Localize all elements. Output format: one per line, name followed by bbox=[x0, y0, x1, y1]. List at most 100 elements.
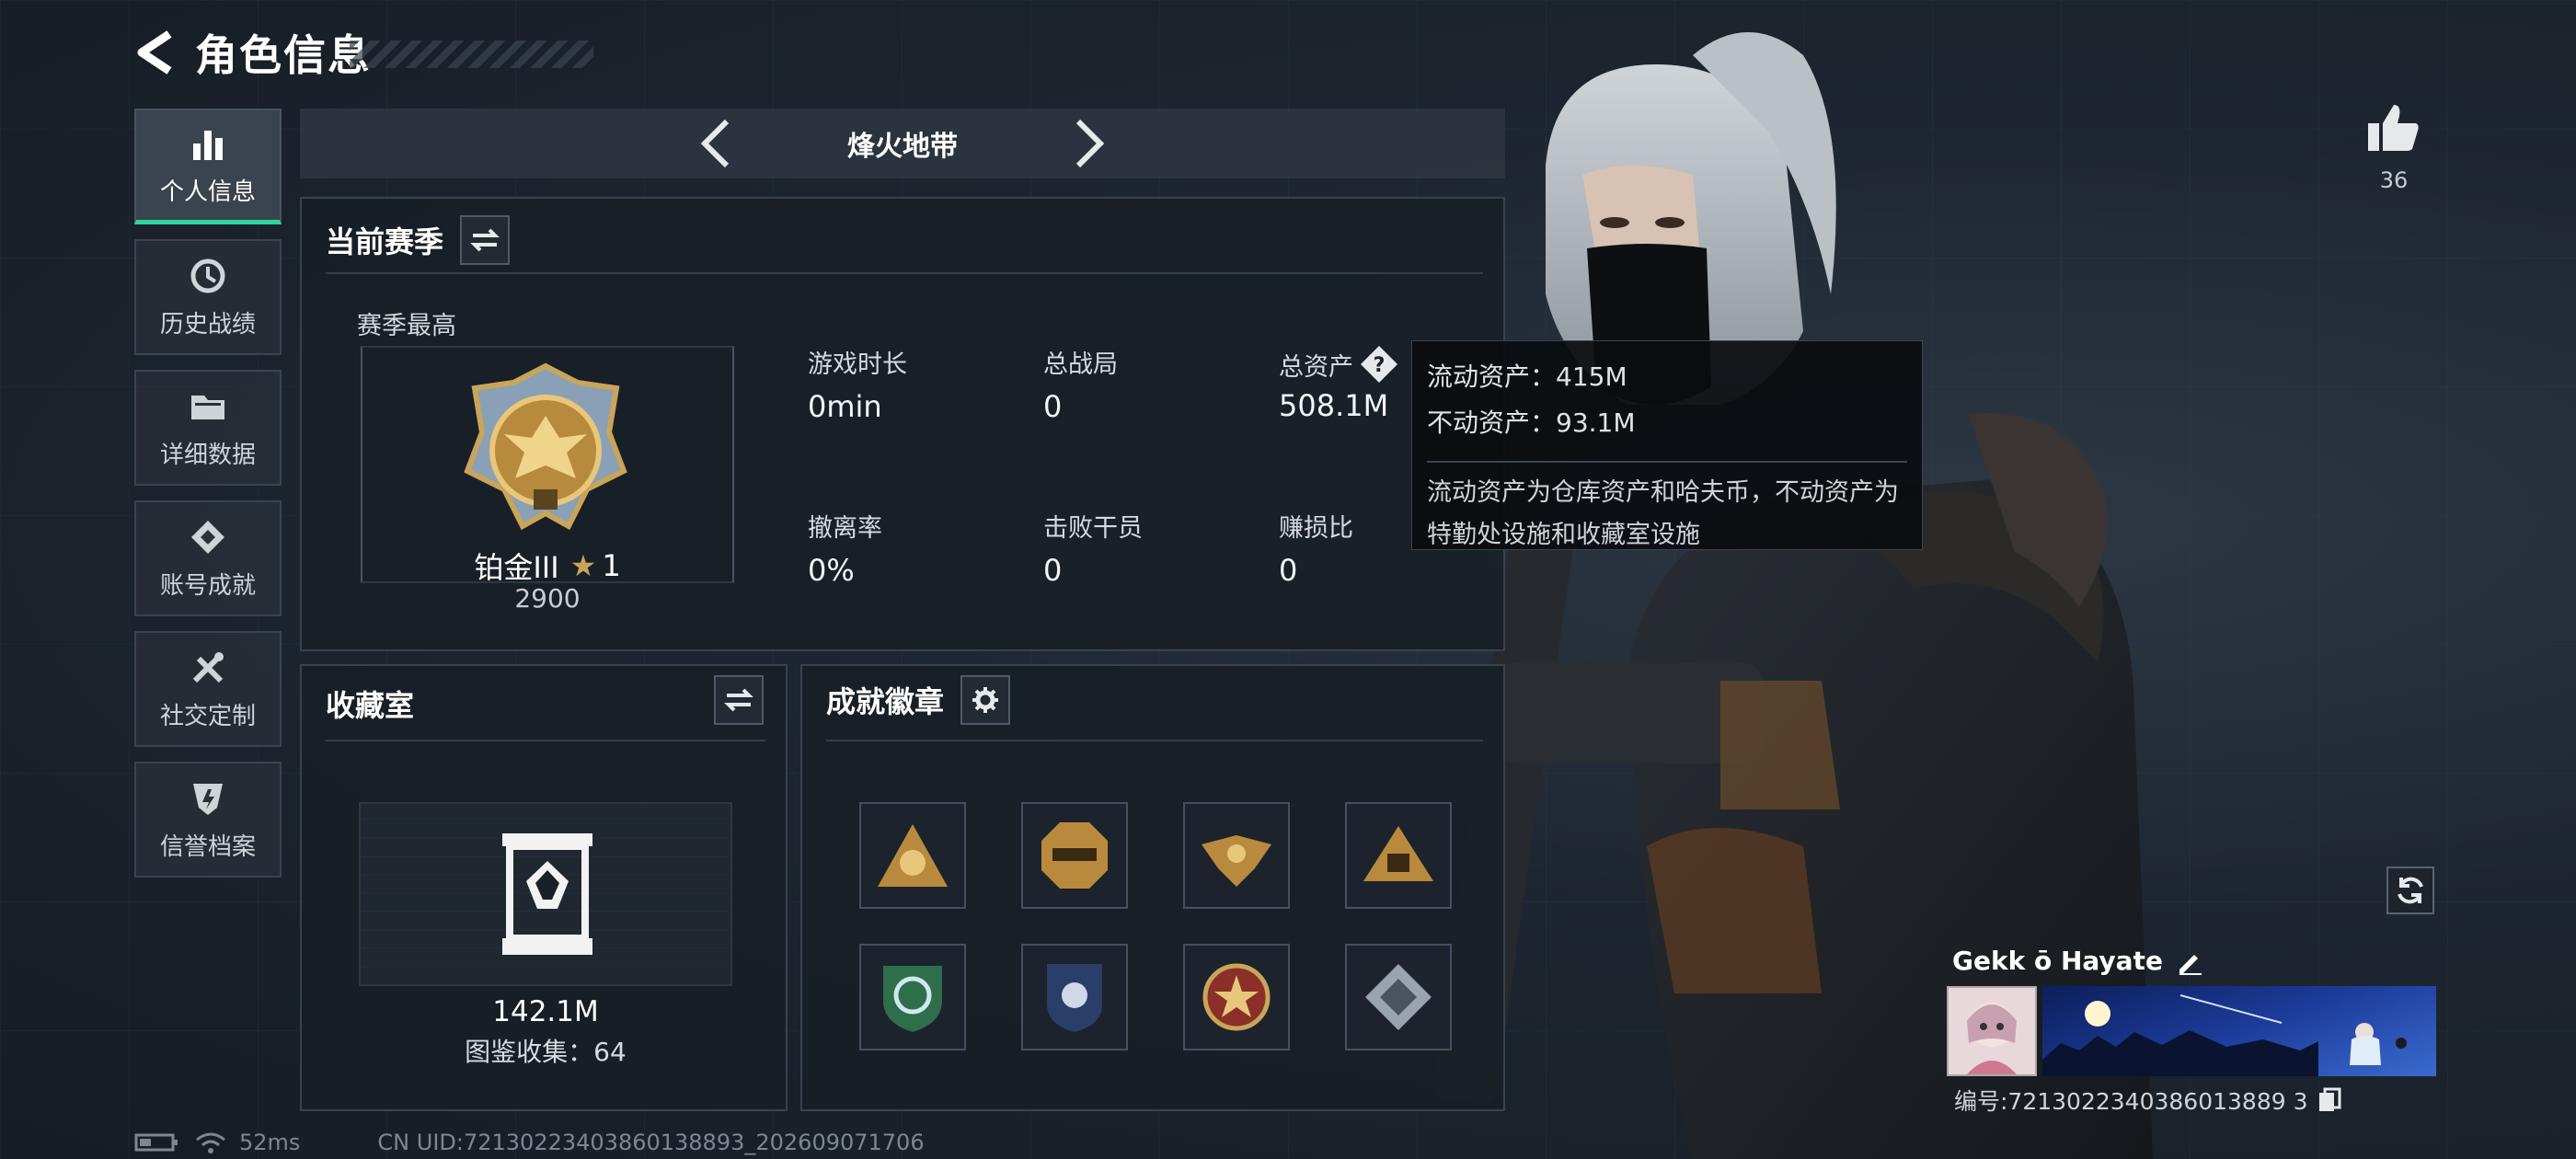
rank-stars: 1 bbox=[602, 548, 621, 583]
prev-mode-button[interactable] bbox=[693, 116, 737, 171]
next-mode-button[interactable] bbox=[1068, 116, 1112, 171]
divider bbox=[326, 740, 765, 741]
star-medal-emblem-icon bbox=[1202, 963, 1271, 1031]
bar-chart-icon bbox=[188, 123, 228, 164]
achievement-badge[interactable] bbox=[1183, 802, 1290, 909]
sidebar: 个人信息 历史战绩 详细数据 账号成就 社交定制 信誉档案 bbox=[134, 109, 282, 892]
achievement-badge[interactable] bbox=[1021, 802, 1128, 909]
stat-value: 0 bbox=[1043, 389, 1063, 424]
achievement-badge[interactable] bbox=[1183, 944, 1290, 1050]
green-shield-emblem-icon bbox=[883, 966, 942, 1032]
header-stripe-decoration bbox=[350, 40, 593, 68]
stat-value: 0% bbox=[808, 553, 855, 588]
like-count: 36 bbox=[2379, 167, 2409, 193]
sidebar-item-personal-info[interactable]: 个人信息 bbox=[134, 109, 282, 224]
help-question-icon[interactable]: ? bbox=[1359, 344, 1399, 384]
stat-label: 撤离率 bbox=[808, 514, 882, 543]
sidebar-item-detailed-data[interactable]: 详细数据 bbox=[134, 370, 282, 486]
status-footer: 52ms CN UID:72130223403860138893_2026090… bbox=[134, 1130, 925, 1155]
edit-pencil-icon[interactable] bbox=[2176, 947, 2203, 975]
silver-diamond-emblem-icon bbox=[1365, 964, 1432, 1030]
like-widget[interactable]: 36 bbox=[2366, 103, 2421, 193]
sidebar-item-credit-file[interactable]: 信誉档案 bbox=[134, 762, 282, 878]
stat-play-time: 游戏时长 0min bbox=[808, 344, 907, 424]
stat-value: 0 bbox=[1279, 553, 1298, 588]
svg-text:?: ? bbox=[1374, 354, 1386, 377]
sidebar-item-achievements[interactable]: 账号成就 bbox=[134, 500, 282, 616]
player-name: Gekk ō Hayate bbox=[1952, 946, 2163, 976]
stat-value: 0min bbox=[808, 389, 882, 424]
platinum-rank-emblem-icon bbox=[464, 362, 627, 531]
night-sky-banner-icon bbox=[2042, 994, 2407, 1076]
copy-icon[interactable] bbox=[2317, 1087, 2341, 1113]
shield-badge-icon bbox=[188, 778, 228, 819]
achievement-badge[interactable] bbox=[1345, 944, 1452, 1050]
sidebar-item-social-custom[interactable]: 社交定制 bbox=[134, 631, 282, 747]
thumbs-up-icon[interactable] bbox=[2366, 103, 2421, 153]
season-switch-button[interactable] bbox=[460, 215, 511, 265]
stat-operators-killed: 击败干员 0 bbox=[1043, 508, 1143, 588]
avatar-portrait-icon bbox=[1967, 1003, 2017, 1074]
collection-value: 142.1M bbox=[492, 995, 599, 1028]
tooltip-description: 流动资产为仓库资产和哈夫币，不动资产为特勤处设施和收藏室设施 bbox=[1427, 461, 1907, 557]
collection-room-panel: 收藏室 142.1M 图鉴收集：64 bbox=[300, 664, 788, 1111]
stat-label: 赚损比 bbox=[1279, 514, 1353, 543]
rank-name: 铂金III bbox=[474, 550, 559, 585]
sidebar-item-history[interactable]: 历史战绩 bbox=[134, 239, 282, 355]
blue-shield-emblem-icon bbox=[1047, 964, 1102, 1032]
stat-label: 总资产 bbox=[1279, 352, 1353, 382]
sidebar-item-label: 信誉档案 bbox=[159, 832, 256, 861]
pyramid-emblem-icon bbox=[1363, 826, 1433, 881]
header: 角色信息 bbox=[129, 20, 372, 85]
rank-score: 2900 bbox=[514, 583, 581, 614]
achievement-diamond-icon bbox=[188, 517, 228, 557]
achievement-badges-panel: 成就徽章 bbox=[800, 664, 1505, 1111]
achievements-title: 成就徽章 bbox=[826, 684, 945, 719]
season-highest-label: 赛季最高 bbox=[357, 312, 456, 340]
current-season-panel: 当前赛季 赛季最高 铂金III ★ 1 2900 游戏时长 0min 总战局 0 总… bbox=[300, 197, 1505, 651]
stat-total-assets: 总资产 ? 508.1M bbox=[1279, 344, 1399, 423]
stat-label: 游戏时长 bbox=[808, 350, 907, 379]
achievement-badge[interactable] bbox=[1021, 944, 1128, 1050]
tooltip-liquid-assets: 流动资产：415M bbox=[1427, 361, 1627, 392]
profile-banner[interactable] bbox=[2042, 986, 2436, 1076]
badge-settings-button[interactable] bbox=[960, 675, 1011, 725]
refresh-button[interactable] bbox=[2386, 866, 2434, 914]
collection-title: 收藏室 bbox=[326, 688, 415, 723]
tooltip-fixed-assets: 不动资产：93.1M bbox=[1427, 407, 1636, 438]
folder-icon bbox=[188, 386, 228, 427]
sidebar-item-label: 详细数据 bbox=[159, 441, 256, 469]
page-title: 角色信息 bbox=[195, 30, 372, 80]
stat-label: 总战局 bbox=[1043, 350, 1118, 379]
assets-tooltip: 流动资产：415M 不动资产：93.1M 流动资产为仓库资产和哈夫币，不动资产为… bbox=[1411, 340, 1923, 550]
triangle-emblem-icon bbox=[878, 824, 948, 887]
back-arrow-icon[interactable] bbox=[129, 25, 180, 80]
battery-icon bbox=[134, 1133, 178, 1152]
achievement-badge[interactable] bbox=[1345, 802, 1452, 909]
stat-value: 508.1M bbox=[1279, 388, 1389, 423]
player-name-row: Gekk ō Hayate bbox=[1952, 946, 2203, 976]
divider bbox=[826, 740, 1483, 741]
wrench-screwdriver-icon bbox=[188, 648, 228, 688]
avatar[interactable] bbox=[1947, 986, 2037, 1076]
rank-row: 铂金III ★ 1 bbox=[357, 545, 738, 587]
star-icon: ★ bbox=[569, 548, 597, 583]
display-case-icon bbox=[502, 833, 592, 955]
ping-value: 52ms bbox=[239, 1130, 301, 1155]
sidebar-item-label: 历史战绩 bbox=[159, 310, 256, 339]
stat-value: 0 bbox=[1043, 553, 1063, 588]
divider bbox=[326, 272, 1483, 274]
sidebar-item-label: 账号成就 bbox=[159, 571, 256, 600]
achievement-badge[interactable] bbox=[859, 802, 966, 909]
mode-name: 烽火地带 bbox=[847, 131, 958, 163]
collection-switch-button[interactable] bbox=[714, 675, 764, 725]
season-title: 当前赛季 bbox=[326, 224, 444, 259]
stat-extract-rate: 撤离率 0% bbox=[808, 508, 882, 588]
stat-profit-ratio: 赚损比 0 bbox=[1279, 508, 1353, 588]
achievement-badge[interactable] bbox=[859, 944, 966, 1050]
sidebar-item-label: 社交定制 bbox=[159, 702, 256, 730]
sidebar-item-label: 个人信息 bbox=[159, 178, 256, 206]
stat-label: 击败干员 bbox=[1043, 514, 1143, 543]
mode-selector: 烽火地带 bbox=[300, 109, 1505, 178]
octagon-emblem-icon bbox=[1041, 822, 1108, 889]
